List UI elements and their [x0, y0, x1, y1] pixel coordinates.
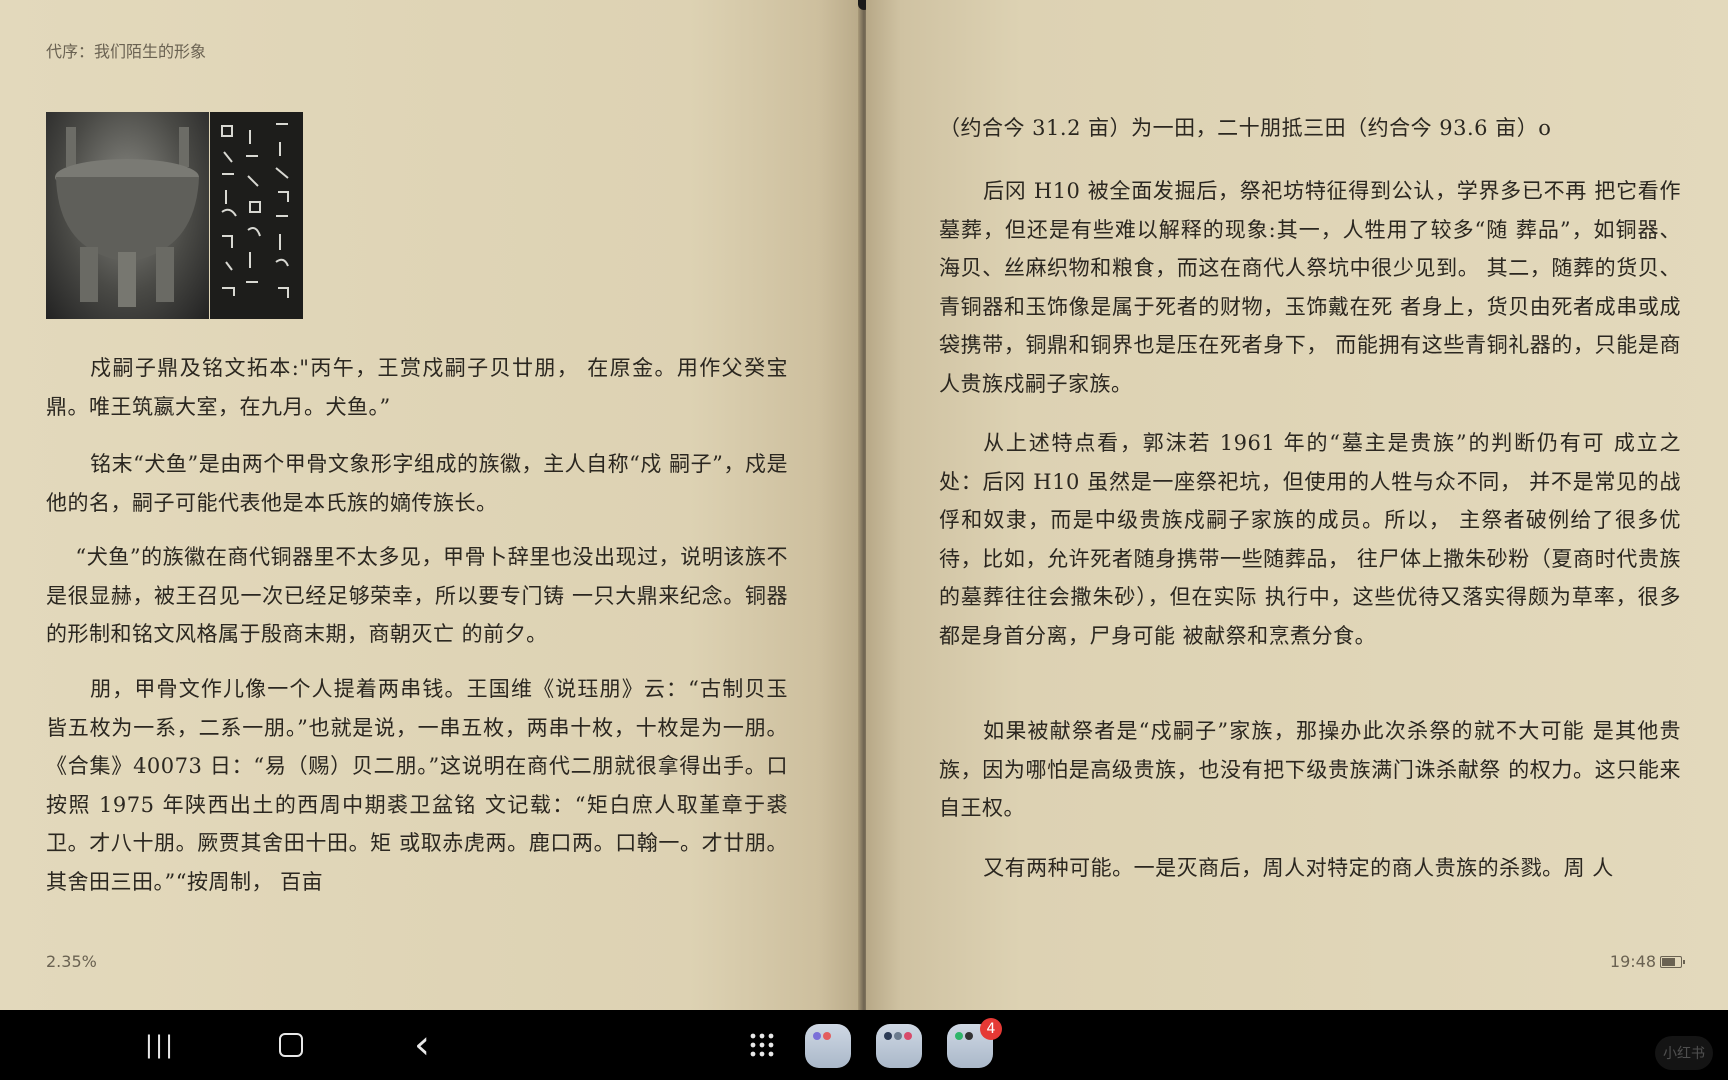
recents-icon: ||| [144, 1031, 176, 1059]
paragraph-caption: 戍嗣子鼎及铭文拓本:"丙午，王赏戍嗣子贝廿朋， 在原金。用作父癸宝鼎。唯王筑嬴大… [46, 349, 788, 426]
app-icon [894, 1032, 902, 1040]
paragraph-block: 从上述特点看，郭沫若 1961 年的“墓主是贵族”的判断仍有可 成立之处：后冈 … [939, 424, 1681, 655]
clock: 19:48 [1609, 952, 1656, 971]
paragraph: 朋，甲骨文作儿像一个人提着两串钱。王国维《说珏朋》云：“古制贝玉皆五枚为一系，二… [46, 677, 788, 894]
system-navigation-bar [0, 1010, 1728, 1080]
home-icon [279, 1033, 303, 1057]
grid-icon [750, 1033, 774, 1057]
inscription-rubbing-image [210, 112, 303, 319]
app-icon [965, 1032, 973, 1040]
battery-icon [1660, 956, 1685, 968]
back-button[interactable]: ‹ [397, 1022, 447, 1068]
app-icon [884, 1032, 892, 1040]
paragraph-block: （约合今 31.2 亩）为一田，二十朋抵三田（约合今 93.6 亩）o [939, 109, 1681, 148]
paragraph-block: 铭末“犬鱼”是由两个甲骨文象形字组成的族徽，主人自称“戍 嗣子”，戍是他的名，嗣… [46, 445, 788, 522]
right-page[interactable]: （约合今 31.2 亩）为一田，二十朋抵三田（约合今 93.6 亩）o 后冈 H… [866, 0, 1728, 1010]
chapter-title: 代序：我们陌生的形象 [46, 42, 207, 61]
reading-progress: 2.35% [46, 952, 97, 971]
back-icon: ‹ [414, 1022, 430, 1068]
app-icon [904, 1032, 912, 1040]
bronze-ding-photo [46, 112, 209, 319]
paragraph: 又有两种可能。一是灭商后，周人对特定的商人贵族的杀戮。周 人 [983, 856, 1614, 880]
app-drawer-button[interactable] [737, 1022, 787, 1068]
recent-apps-button[interactable]: ||| [135, 1022, 185, 1068]
paragraph: 铭末“犬鱼”是由两个甲骨文象形字组成的族徽，主人自称“戍 嗣子”，戍是他的名，嗣… [46, 452, 788, 515]
paragraph: 戍嗣子鼎及铭文拓本:"丙午，王赏戍嗣子贝廿朋， 在原金。用作父癸宝鼎。唯王筑嬴大… [46, 356, 788, 419]
paragraph-block: 朋，甲骨文作儿像一个人提着两串钱。王国维《说珏朋》云：“古制贝玉皆五枚为一系，二… [46, 670, 788, 901]
home-button[interactable] [266, 1022, 316, 1068]
paragraph-block: 如果被献祭者是“戍嗣子”家族，那操办此次杀祭的就不大可能 是其他贵族，因为哪怕是… [939, 712, 1681, 828]
paragraph: 后冈 H10 被全面发掘后，祭祀坊特征得到公认，学界多已不再 把它看作墓葬，但还… [939, 179, 1681, 396]
dock-app-folder-1[interactable] [805, 1024, 851, 1068]
paragraph: “犬鱼”的族徽在商代铜器里不太多见，甲骨卜辞里也没出现过，说明该族不是很显赫，被… [46, 545, 788, 646]
status-time-battery: 19:48 [1609, 952, 1685, 971]
reader-view[interactable]: 代序：我们陌生的形象 戍嗣子鼎及铭文拓本:"丙午，王赏戍嗣子贝廿朋， 在原金。用… [0, 0, 1728, 1010]
app-icons-preview [955, 1032, 973, 1040]
app-icon [955, 1032, 963, 1040]
paragraph: （约合今 31.2 亩）为一田，二十朋抵三田（约合今 93.6 亩）o [939, 116, 1552, 140]
app-icon [823, 1032, 831, 1040]
notification-badge: 4 [980, 1018, 1002, 1040]
bronze-ding-figure [46, 112, 303, 319]
left-page[interactable]: 代序：我们陌生的形象 戍嗣子鼎及铭文拓本:"丙午，王赏戍嗣子贝廿朋， 在原金。用… [0, 0, 862, 1010]
app-icon [813, 1032, 821, 1040]
app-icons-preview [884, 1032, 912, 1040]
paragraph-block: 又有两种可能。一是灭商后，周人对特定的商人贵族的杀戮。周 人 [939, 849, 1681, 888]
app-icons-preview [813, 1032, 831, 1040]
dock-app-folder-2[interactable] [876, 1024, 922, 1068]
watermark: 小红书 [1655, 1036, 1713, 1070]
paragraph: 如果被献祭者是“戍嗣子”家族，那操办此次杀祭的就不大可能 是其他贵族，因为哪怕是… [939, 719, 1681, 820]
paragraph-block: “犬鱼”的族徽在商代铜器里不太多见，甲骨卜辞里也没出现过，说明该族不是很显赫，被… [46, 538, 788, 654]
paragraph-block: 后冈 H10 被全面发掘后，祭祀坊特征得到公认，学界多已不再 把它看作墓葬，但还… [939, 172, 1681, 403]
paragraph: 从上述特点看，郭沫若 1961 年的“墓主是贵族”的判断仍有可 成立之处：后冈 … [939, 431, 1681, 648]
